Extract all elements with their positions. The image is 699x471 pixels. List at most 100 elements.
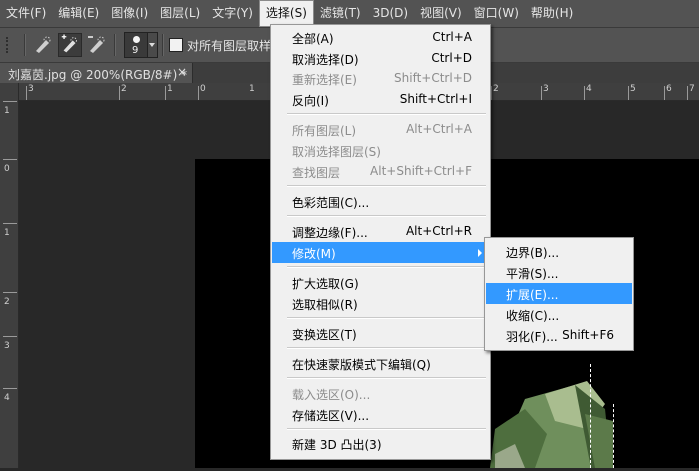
save-selection-item[interactable]: 存储选区(V)... — [272, 404, 489, 425]
ruler-tick — [3, 292, 17, 293]
ruler-label: 2 — [121, 84, 127, 94]
reselect-item: 重新选择(E) Shift+Ctrl+D — [272, 68, 489, 89]
menu-3d[interactable]: 3D(D) — [367, 0, 414, 27]
new-3d-extrusion-item[interactable]: 新建 3D 凸出(3) — [272, 433, 489, 454]
quick-selection-add-icon[interactable] — [58, 33, 82, 57]
ruler-label: 1 — [249, 84, 255, 94]
selection-marquee — [590, 364, 591, 468]
document-tab-title: 刘嘉茵.jpg @ 200%(RGB/8#) * — [8, 68, 188, 82]
ruler-label: 0 — [200, 84, 206, 94]
menu-item-shortcut: Alt+Ctrl+R — [405, 224, 472, 238]
menu-item-label: 扩大选取(G) — [292, 277, 359, 291]
ruler-label: 1 — [167, 84, 173, 94]
color-range-item[interactable]: 色彩范围(C)... — [272, 191, 489, 212]
find-layers-item: 查找图层 Alt+Shift+Ctrl+F — [272, 161, 489, 182]
brush-size-value: 9 — [132, 45, 139, 56]
modify-submenu: 边界(B)... 平滑(S)... 扩展(E)... 收缩(C)... 羽化(F… — [484, 237, 634, 351]
menu-help[interactable]: 帮助(H) — [525, 0, 579, 27]
menu-separator — [287, 215, 486, 217]
menu-item-label: 边界(B)... — [506, 246, 560, 260]
all-layers-item: 所有图层(L) Alt+Ctrl+A — [272, 119, 489, 140]
menu-select[interactable]: 选择(S) — [258, 0, 314, 27]
options-grip[interactable] — [6, 37, 14, 53]
vertical-ruler[interactable]: 1 0 1 2 3 4 — [0, 83, 19, 468]
ruler-tick — [198, 86, 199, 100]
menu-item-label: 新建 3D 凸出(3) — [292, 438, 382, 452]
options-separator — [24, 34, 26, 56]
inverse-item[interactable]: 反向(I) Shift+Ctrl+I — [272, 89, 489, 110]
ruler-tick — [165, 86, 166, 100]
border-item[interactable]: 边界(B)... — [486, 241, 632, 262]
menu-edit[interactable]: 编辑(E) — [52, 0, 105, 27]
menu-window[interactable]: 窗口(W) — [468, 0, 525, 27]
smooth-item[interactable]: 平滑(S)... — [486, 262, 632, 283]
transform-selection-item[interactable]: 变换选区(T) — [272, 323, 489, 344]
menu-item-label: 调整边缘(F)... — [292, 226, 368, 240]
document-tab[interactable]: 刘嘉茵.jpg @ 200%(RGB/8#) * × — [0, 63, 193, 83]
ruler-label: 1 — [4, 228, 10, 238]
selection-marquee — [613, 404, 614, 468]
options-separator — [114, 34, 116, 56]
ruler-tick — [3, 336, 17, 337]
chevron-down-icon[interactable] — [147, 33, 157, 57]
ruler-tick — [3, 159, 17, 160]
menu-separator — [287, 185, 486, 187]
ruler-label: 5 — [630, 84, 636, 94]
ruler-tick — [3, 223, 17, 224]
close-icon[interactable]: × — [177, 65, 187, 79]
menu-item-label: 色彩范围(C)... — [292, 196, 370, 210]
menu-item-label: 扩展(E)... — [506, 288, 559, 302]
ruler-label: 4 — [586, 84, 592, 94]
menu-item-label: 变换选区(T) — [292, 328, 357, 342]
menu-item-label: 取消选择(D) — [292, 53, 359, 67]
feather-item[interactable]: 羽化(F)... Shift+F6 — [486, 325, 632, 346]
select-menu: 全部(A) Ctrl+A 取消选择(D) Ctrl+D 重新选择(E) Shif… — [270, 24, 491, 460]
menu-item-label: 存储选区(V)... — [292, 409, 370, 423]
quick-selection-subtract-icon[interactable] — [85, 33, 109, 57]
ruler-label: 1 — [4, 106, 10, 116]
menu-image[interactable]: 图像(I) — [105, 0, 154, 27]
menu-item-shortcut: Shift+Ctrl+D — [394, 71, 472, 85]
quick-mask-item[interactable]: 在快速蒙版模式下编辑(Q) — [272, 353, 489, 374]
contract-item[interactable]: 收缩(C)... — [486, 304, 632, 325]
options-separator — [162, 34, 164, 56]
menu-item-label: 收缩(C)... — [506, 309, 560, 323]
menu-item-shortcut: Shift+F6 — [562, 328, 614, 342]
sample-all-layers-checkbox[interactable] — [169, 38, 183, 52]
menu-item-shortcut: Ctrl+A — [432, 30, 472, 44]
menu-separator — [287, 347, 486, 349]
menu-item-shortcut: Alt+Ctrl+A — [406, 122, 472, 136]
menu-type[interactable]: 文字(Y) — [206, 0, 259, 27]
menu-item-shortcut: Shift+Ctrl+I — [399, 92, 472, 106]
refine-edge-item[interactable]: 调整边缘(F)... Alt+Ctrl+R — [272, 221, 489, 242]
ruler-label: 2 — [493, 84, 499, 94]
quick-selection-new-icon[interactable] — [31, 33, 55, 57]
sample-all-layers-label: 对所有图层取样 — [187, 39, 272, 53]
menu-item-label: 全部(A) — [292, 32, 334, 46]
menu-layer[interactable]: 图层(L) — [154, 0, 206, 27]
brush-size-picker[interactable]: 9 — [124, 32, 158, 58]
modify-item[interactable]: 修改(M) — [272, 242, 489, 263]
menu-item-shortcut: Alt+Shift+Ctrl+F — [370, 164, 472, 178]
ruler-label: 3 — [28, 84, 34, 94]
expand-item[interactable]: 扩展(E)... — [486, 283, 632, 304]
select-all-item[interactable]: 全部(A) Ctrl+A — [272, 27, 489, 48]
menu-file[interactable]: 文件(F) — [0, 0, 52, 27]
menu-item-label: 取消选择图层(S) — [292, 145, 381, 159]
menu-item-shortcut: Ctrl+D — [431, 51, 472, 65]
grow-item[interactable]: 扩大选取(G) — [272, 272, 489, 293]
load-selection-item: 载入选区(O)... — [272, 383, 489, 404]
menu-item-label: 修改(M) — [292, 247, 336, 261]
ruler-label: 4 — [4, 393, 10, 403]
menu-item-label: 在快速蒙版模式下编辑(Q) — [292, 358, 431, 372]
ruler-label: 3 — [4, 341, 10, 351]
menu-view[interactable]: 视图(V) — [414, 0, 468, 27]
menu-filter[interactable]: 滤镜(T) — [314, 0, 367, 27]
ruler-tick — [3, 101, 17, 102]
similar-item[interactable]: 选取相似(R) — [272, 293, 489, 314]
ruler-tick — [3, 388, 17, 389]
ruler-label: 0 — [4, 164, 10, 174]
deselect-item[interactable]: 取消选择(D) Ctrl+D — [272, 48, 489, 69]
ruler-tick — [119, 86, 120, 100]
menu-separator — [287, 317, 486, 319]
